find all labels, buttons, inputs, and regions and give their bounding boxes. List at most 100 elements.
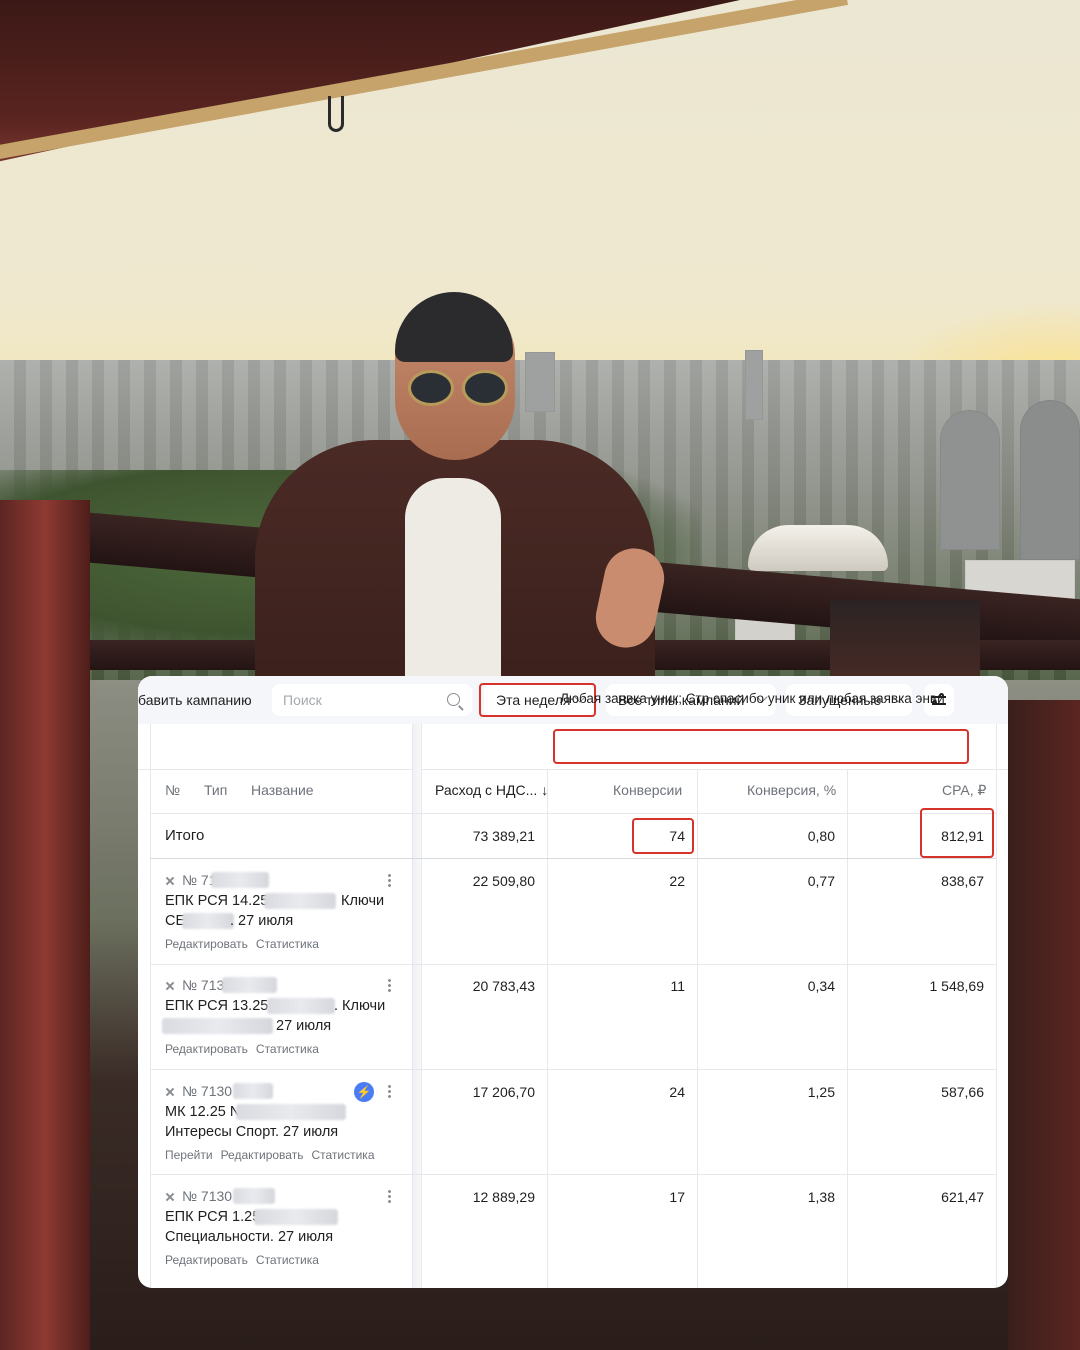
campaign-id: № 7130 (165, 1188, 232, 1204)
column-header-cpa[interactable]: CPA, ₽ (942, 782, 986, 799)
grid-line (547, 770, 548, 1288)
roof (0, 0, 1080, 170)
cell-conversion-rate: 1,25 (807, 1084, 835, 1100)
more-vertical-icon[interactable] (388, 873, 391, 887)
cell-conversions: 22 (669, 873, 685, 889)
grid-line (847, 770, 848, 1288)
cell-spend: 17 206,70 (472, 1084, 535, 1100)
cell-cpa: 587,66 (941, 1084, 984, 1100)
redacted (182, 913, 234, 929)
tower (745, 350, 763, 420)
campaign-name-line2-tail: . 27 июля (230, 913, 294, 929)
redacted (233, 1188, 275, 1204)
campaign-name-line2: Интересы Спорт. 27 июля (165, 1124, 339, 1140)
campaign-actions: Редактировать Статистика (165, 937, 327, 951)
cell-spend: 22 509,80 (472, 873, 535, 889)
cell-conversion-rate: 1,38 (807, 1189, 835, 1205)
status-paused-icon (165, 876, 175, 886)
statistics-link[interactable]: Статистика (256, 937, 319, 951)
person-tshirt (405, 478, 501, 688)
campaign-name-tail: . Ключи (334, 998, 386, 1014)
campaign-name-link[interactable]: ЕПК РСЯ 14.25 (165, 893, 268, 909)
grid-line (150, 858, 996, 859)
highlight-goal-filter (553, 729, 969, 764)
campaign-actions: Редактировать Статистика (165, 1253, 327, 1267)
statistics-link[interactable]: Статистика (256, 1253, 319, 1267)
redacted (264, 893, 336, 909)
campaign-actions: Перейти Редактировать Статистика (165, 1148, 383, 1162)
hook (328, 96, 344, 132)
column-header-number[interactable]: № (165, 782, 180, 798)
column-header-spend[interactable]: Расход с НДС... ↓ (435, 782, 548, 798)
statistics-link[interactable]: Статистика (256, 1042, 319, 1056)
campaign-id: № 71 (165, 872, 216, 888)
status-paused-icon (165, 1087, 175, 1097)
highlight-cpa (920, 808, 994, 858)
campaign-id: № 713 (165, 977, 224, 993)
campaign-name-link[interactable]: ЕПК РСЯ 13.25 І (165, 998, 276, 1014)
cell-conversions: 17 (669, 1189, 685, 1205)
fixed-column-divider (412, 724, 422, 1288)
column-header-type[interactable]: Тип (204, 782, 227, 798)
cell-conversions: 24 (669, 1084, 685, 1100)
campaign-name-line2: Специальности. 27 июля (165, 1229, 334, 1245)
totals-label: Итого (165, 827, 205, 844)
cell-spend: 12 889,29 (472, 1189, 535, 1205)
railing-post (1008, 700, 1080, 1350)
search-input[interactable]: Поиск (272, 684, 472, 716)
stadium (748, 525, 888, 571)
status-paused-icon (165, 981, 175, 991)
tower (525, 352, 555, 412)
column-header-conversion-rate[interactable]: Конверсия, % (747, 782, 836, 798)
campaign-name-link[interactable]: ЕПК РСЯ 1.25 (165, 1209, 260, 1225)
edit-link[interactable]: Редактировать (165, 937, 248, 951)
status-paused-icon (165, 1192, 175, 1202)
lightning-icon[interactable]: ⚡ (354, 1082, 374, 1102)
tower (940, 410, 1000, 550)
campaign-name-line2-tail: 27 июля (276, 1018, 332, 1034)
cell-spend: 20 783,43 (472, 978, 535, 994)
open-link[interactable]: Перейти (165, 1148, 213, 1162)
more-vertical-icon[interactable] (388, 1189, 391, 1203)
campaign-name-tail: Ключи (341, 893, 385, 909)
grid-line (150, 724, 151, 1288)
goal-filter[interactable]: Любая заявка уник; Стр спасибо уник или … (560, 691, 945, 706)
cell-cpa: 621,47 (941, 1189, 984, 1205)
edit-link[interactable]: Редактировать (221, 1148, 304, 1162)
redacted (236, 1104, 346, 1120)
redacted (254, 1209, 338, 1225)
grid-line (150, 813, 996, 814)
tower (1020, 400, 1080, 560)
edit-link[interactable]: Редактировать (165, 1253, 248, 1267)
grid-line (150, 964, 996, 965)
cell-conversion-rate: 0,34 (807, 978, 835, 994)
totals-conversion-rate: 0,80 (807, 828, 835, 844)
edit-link[interactable]: Редактировать (165, 1042, 248, 1056)
highlight-conversions (632, 818, 694, 854)
grid-line (996, 724, 997, 1288)
redacted (222, 977, 277, 993)
search-icon (447, 693, 460, 706)
redacted (211, 872, 269, 888)
totals-spend: 73 389,21 (472, 828, 535, 844)
grid-line (150, 1069, 996, 1070)
sunglasses (408, 370, 454, 406)
grid-line (697, 770, 698, 1288)
search-placeholder: Поиск (283, 692, 322, 708)
cell-conversion-rate: 0,77 (807, 873, 835, 889)
add-campaign-button[interactable]: бавить кампанию (138, 692, 252, 708)
column-header-name[interactable]: Название (251, 782, 314, 798)
sunglasses (462, 370, 508, 406)
campaign-name-link[interactable]: МК 12.25 N (165, 1104, 240, 1120)
more-vertical-icon[interactable] (388, 1084, 391, 1098)
more-vertical-icon[interactable] (388, 978, 391, 992)
grid-line (150, 1174, 996, 1175)
campaigns-panel: бавить кампанию Поиск Эта неделя Все тип… (138, 676, 1008, 1288)
statistics-link[interactable]: Статистика (311, 1148, 374, 1162)
campaign-id: № 7130 (165, 1083, 232, 1099)
column-header-conversions[interactable]: Конверсии (613, 782, 682, 798)
cell-conversions: 11 (670, 978, 685, 994)
redacted (233, 1083, 273, 1099)
cell-cpa: 1 548,69 (929, 978, 985, 994)
campaign-actions: Редактировать Статистика (165, 1042, 327, 1056)
